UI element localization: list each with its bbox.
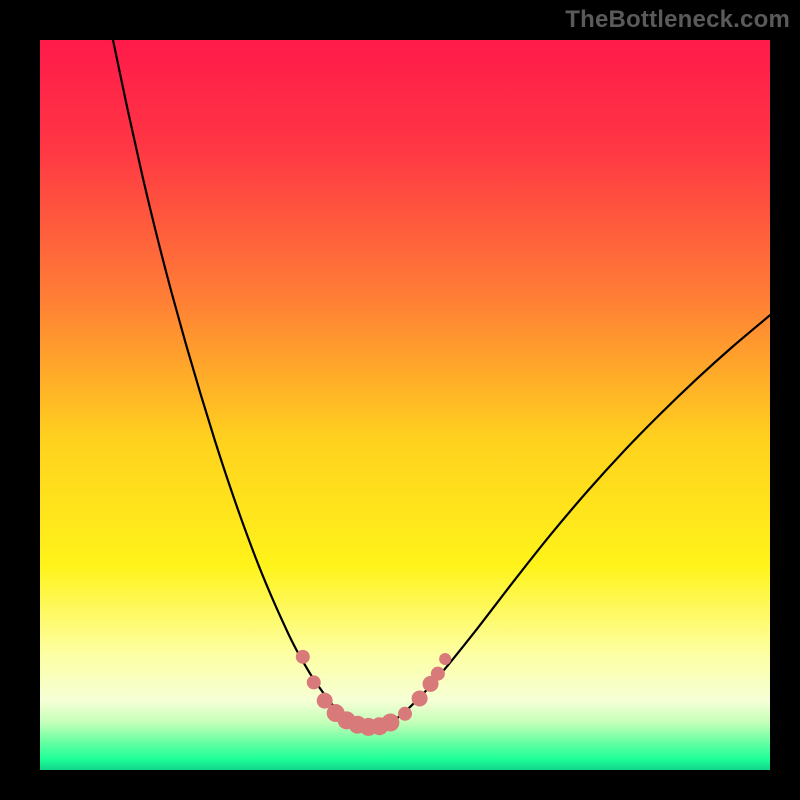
marker-point [431, 667, 445, 681]
bottleneck-curve [113, 40, 770, 727]
watermark-label: TheBottleneck.com [565, 6, 790, 34]
image-frame: TheBottleneck.com [0, 0, 800, 800]
marker-point [439, 653, 451, 665]
marker-point [398, 707, 412, 721]
chart-plot-area [40, 40, 770, 770]
chart-curve-layer [40, 40, 770, 770]
point-cluster [296, 650, 451, 736]
marker-point [296, 650, 310, 664]
marker-point [307, 675, 321, 689]
marker-point [412, 690, 428, 706]
marker-point [381, 714, 399, 732]
